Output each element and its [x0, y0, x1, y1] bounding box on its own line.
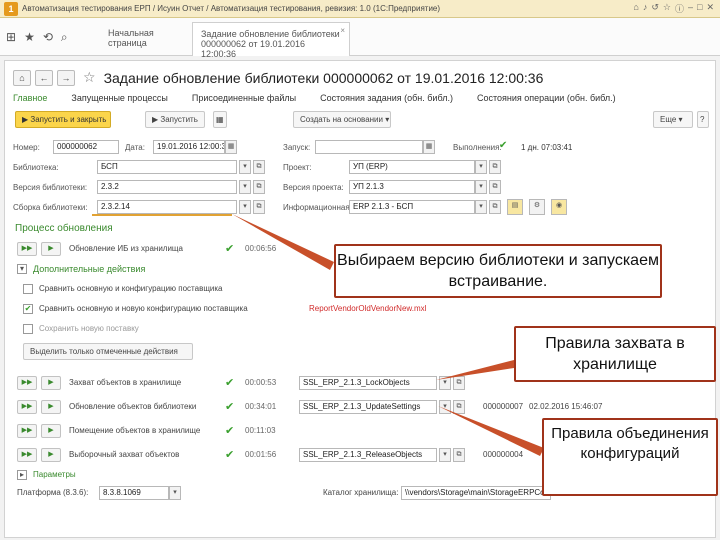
arrow-2 — [436, 360, 514, 380]
arrow-3 — [438, 406, 544, 456]
callout-merge-rules: Правила объединения конфигураций — [542, 418, 718, 496]
callout-capture-rules: Правила захвата в хранилище — [514, 326, 716, 382]
callout-select-version: Выбираем версию библиотеки и запускаем в… — [334, 244, 662, 298]
arrow-1 — [232, 214, 334, 270]
